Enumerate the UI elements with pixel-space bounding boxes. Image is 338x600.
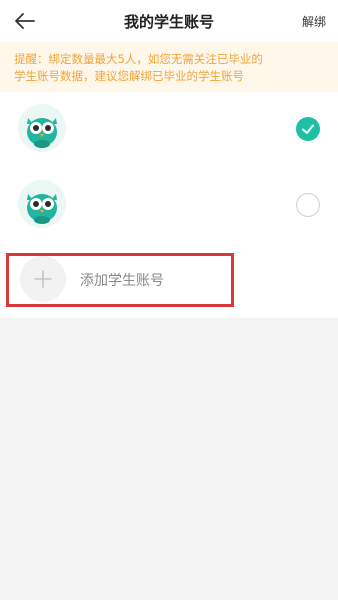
top-bar: 我的学生账号 解绑 bbox=[0, 0, 338, 42]
owl-avatar-icon bbox=[18, 104, 66, 152]
plus-icon bbox=[20, 256, 66, 302]
account-list: 添加学生账号 bbox=[0, 92, 338, 318]
unselected-radio-icon[interactable] bbox=[296, 193, 320, 217]
account-row[interactable] bbox=[0, 168, 338, 244]
page-title: 我的学生账号 bbox=[123, 13, 214, 31]
owl-avatar-icon bbox=[18, 180, 66, 228]
unbind-button[interactable]: 解绑 bbox=[302, 13, 326, 30]
add-account-button[interactable]: 添加学生账号 bbox=[0, 248, 338, 312]
notice-banner: 提醒：绑定数量最大5人，如您无需关注已毕业的 学生账号数据，建议您解绑已毕业的学… bbox=[0, 42, 338, 92]
add-account-label: 添加学生账号 bbox=[80, 273, 164, 289]
selected-checkmark-icon[interactable] bbox=[296, 117, 320, 141]
notice-text: 提醒：绑定数量最大5人，如您无需关注已毕业的 学生账号数据，建议您解绑已毕业的学… bbox=[14, 52, 263, 83]
account-row[interactable] bbox=[0, 92, 338, 168]
